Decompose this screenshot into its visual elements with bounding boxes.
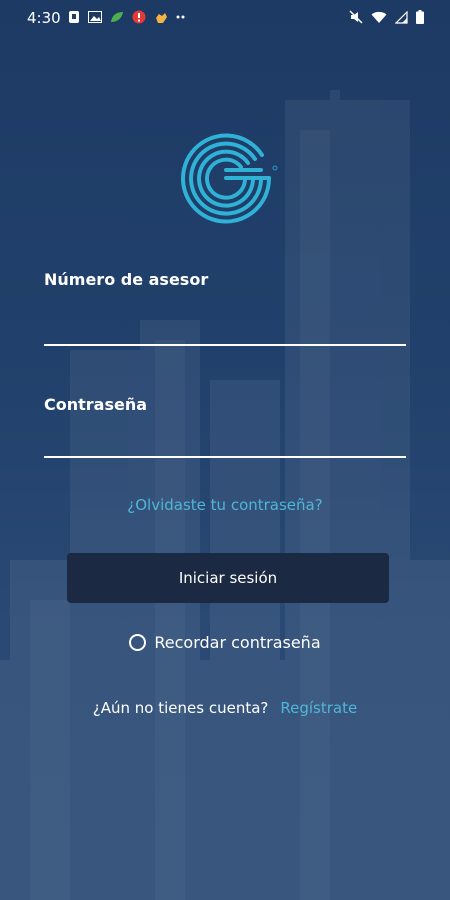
password-label: Contraseña [44, 395, 148, 414]
leaf-icon [111, 12, 123, 22]
login-button[interactable]: Iniciar sesión [67, 553, 389, 603]
hand-icon [156, 13, 167, 23]
image-icon [88, 11, 102, 23]
status-bar: 4:30 [0, 0, 450, 36]
mute-icon [349, 10, 363, 24]
signup-prompt: ¿Aún no tienes cuenta? Regístrate [0, 699, 450, 717]
remember-password-radio[interactable] [129, 634, 147, 651]
remember-password-label: Recordar contraseña [154, 633, 321, 652]
no-account-text: ¿Aún no tienes cuenta? [92, 699, 269, 717]
system-icons [349, 10, 424, 24]
battery-icon [416, 10, 424, 24]
remember-password-option[interactable]: Recordar contraseña [0, 633, 450, 652]
signal-icon [395, 10, 408, 24]
advisor-number-input[interactable] [44, 312, 406, 346]
forgot-password-link[interactable]: ¿Olvidaste tu contraseña? [0, 496, 450, 514]
status-time: 4:30 [27, 9, 61, 27]
register-link[interactable]: Regístrate [280, 699, 357, 717]
shield-icon [69, 11, 79, 23]
alert-badge-icon [132, 10, 146, 24]
advisor-number-label: Número de asesor [44, 270, 209, 289]
wifi-icon [371, 11, 387, 23]
more-dots-icon [176, 15, 185, 19]
password-input[interactable] [44, 424, 406, 458]
brand-logo-icon [181, 133, 278, 224]
notification-icons [68, 10, 188, 24]
